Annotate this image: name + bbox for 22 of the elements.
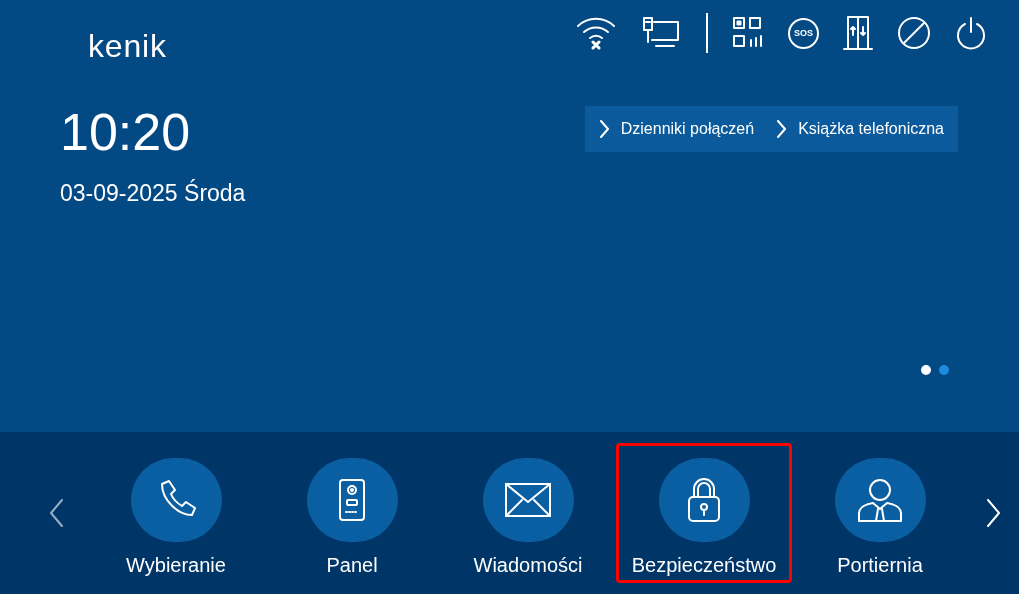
chevron-right-icon — [776, 119, 787, 139]
padlock-icon — [686, 477, 722, 523]
elevator-icon[interactable] — [843, 15, 873, 51]
power-icon[interactable] — [955, 16, 987, 50]
kenik-logo: kenik — [88, 30, 167, 62]
app-tile[interactable]: Wybieranie — [88, 443, 264, 583]
envelope-icon — [504, 482, 552, 518]
quick-link[interactable]: Dzienniki połączeń — [598, 117, 755, 141]
do-not-disturb-icon[interactable] — [897, 16, 931, 50]
app-tile[interactable]: Portiernia — [792, 443, 968, 583]
wifi-off-icon[interactable] — [574, 16, 618, 50]
quick-link[interactable]: Książka telefoniczna — [776, 117, 944, 141]
clock-time: 10:20 — [60, 106, 192, 158]
app-tile[interactable]: Wiadomości — [440, 443, 616, 583]
qr-code-icon[interactable] — [732, 16, 764, 50]
person-icon — [856, 477, 904, 523]
app-tile[interactable]: Bezpieczeństwo — [616, 443, 792, 583]
chevron-right-icon — [598, 119, 609, 139]
monitor-icon[interactable] — [642, 16, 682, 50]
sos-button[interactable]: SOS — [788, 17, 819, 49]
intercom-panel-icon — [337, 478, 367, 522]
app-tile[interactable]: Panel — [264, 443, 440, 583]
